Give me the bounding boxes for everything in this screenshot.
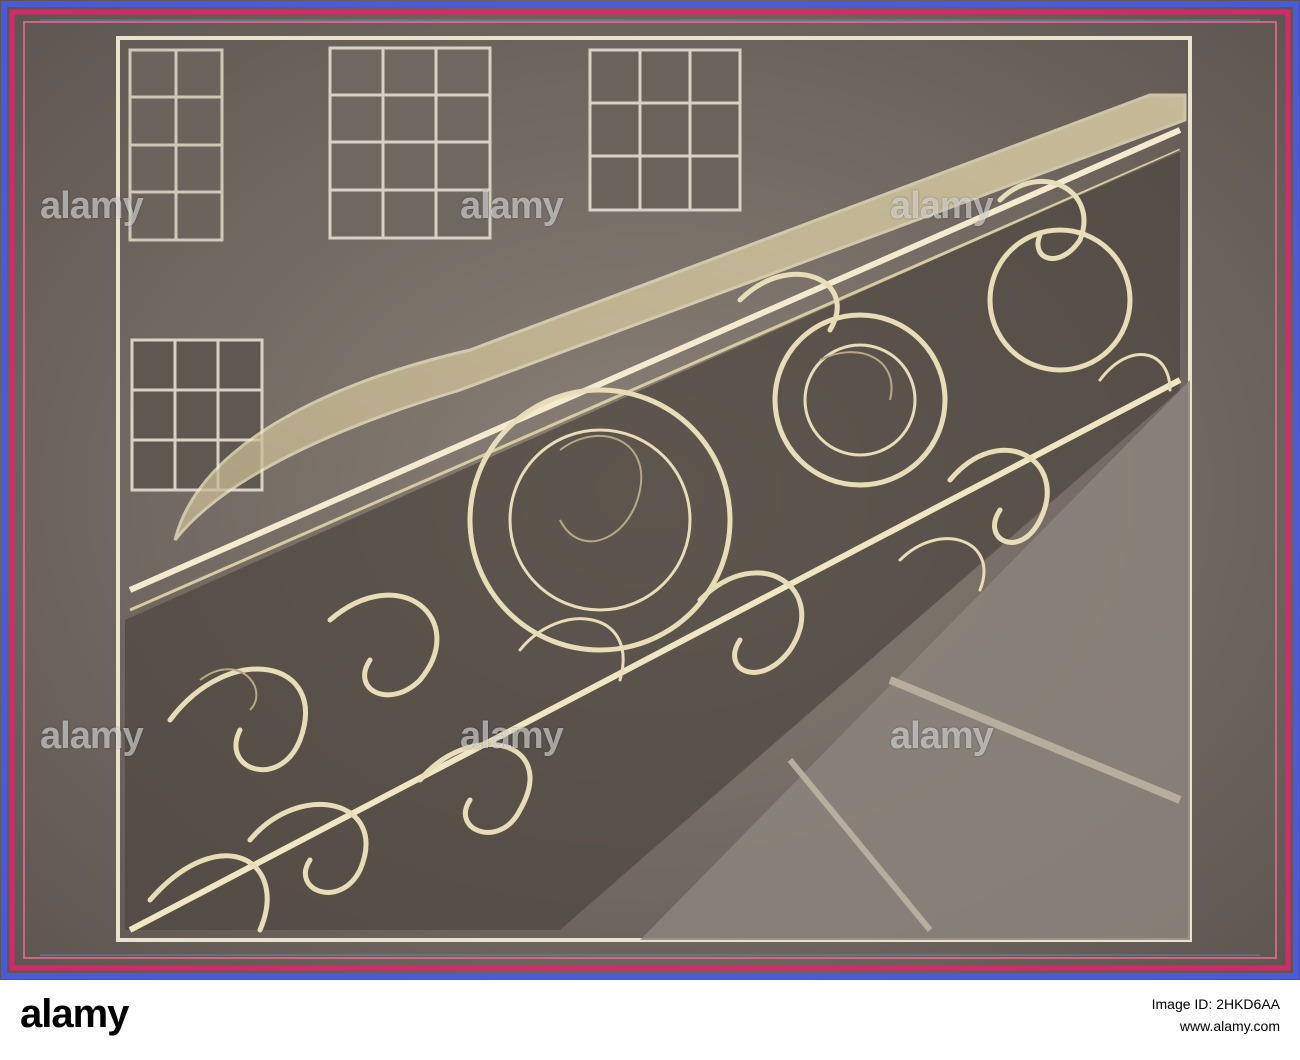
- watermark: alamy: [460, 185, 564, 227]
- watermark: alamy: [890, 185, 994, 227]
- window-upper-right: [588, 48, 742, 212]
- watermark: alamy: [40, 715, 144, 757]
- watermark: alamy: [40, 185, 144, 227]
- alamy-logo[interactable]: alamy: [20, 992, 129, 1037]
- watermark: alamy: [460, 715, 564, 757]
- window-upper-left: [128, 48, 224, 242]
- site-url-link[interactable]: www.alamy.com: [1068, 1018, 1280, 1034]
- image-id-text: Image ID: 2HKD6AA: [1151, 996, 1280, 1012]
- watermark: alamy: [890, 715, 994, 757]
- ironwork-staircase-image: [0, 0, 1300, 980]
- footer-bar: alamy Image ID: 2HKD6AA www.alamy.com: [0, 980, 1300, 1060]
- photo: alamy alamy alamy alamy alamy alamy: [0, 0, 1300, 980]
